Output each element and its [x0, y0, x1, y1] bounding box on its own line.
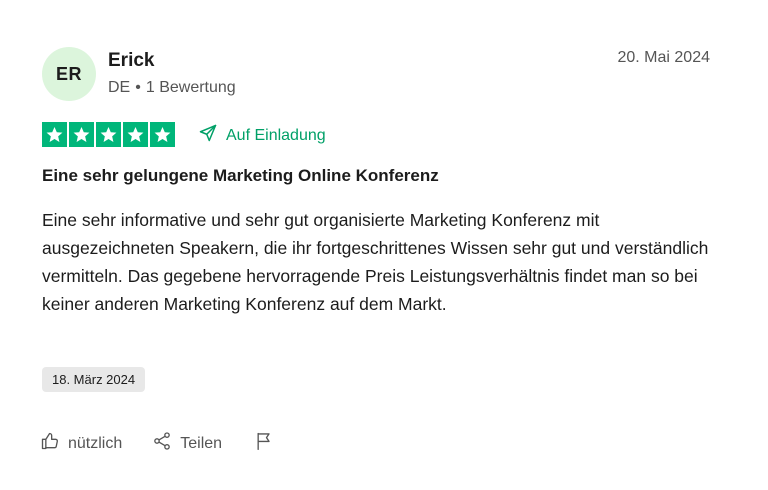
star-rating — [42, 122, 175, 147]
star-icon — [150, 122, 175, 147]
flag-icon — [254, 430, 274, 457]
thumbs-up-icon — [40, 431, 60, 456]
helpful-button[interactable]: nützlich — [40, 431, 122, 456]
review-body: Eine sehr informative und sehr gut organ… — [42, 210, 709, 314]
experience-date-badge: 18. März 2024 — [42, 367, 146, 392]
avatar[interactable]: ER — [42, 47, 96, 101]
helpful-label: nützlich — [68, 434, 123, 452]
star-icon — [69, 122, 94, 147]
share-icon — [152, 431, 172, 456]
avatar-initials: ER — [55, 63, 82, 84]
reviewer-name[interactable]: Erick — [108, 50, 154, 72]
share-label: Teilen — [180, 434, 223, 452]
review-card: ER Erick DE • 1 Bewertung 20. Mai 2024 A… — [0, 0, 768, 490]
reviewer-country: DE — [108, 79, 131, 96]
review-title[interactable]: Eine sehr gelungene Marketing Online Kon… — [42, 166, 439, 186]
report-button[interactable] — [254, 430, 274, 457]
review-actions: nützlich Teilen — [40, 430, 274, 457]
star-icon — [42, 122, 67, 147]
review-date: 20. Mai 2024 — [617, 49, 710, 66]
send-icon — [198, 123, 218, 148]
invited-label: Auf Einladung — [226, 126, 326, 144]
share-button[interactable]: Teilen — [152, 431, 222, 456]
invited-badge[interactable]: Auf Einladung — [198, 123, 326, 148]
reviewer-review-count: 1 Bewertung — [145, 79, 236, 96]
reviewer-meta: DE • 1 Bewertung — [108, 79, 236, 97]
star-icon — [123, 122, 148, 147]
star-icon — [96, 122, 121, 147]
meta-separator: • — [135, 79, 141, 96]
